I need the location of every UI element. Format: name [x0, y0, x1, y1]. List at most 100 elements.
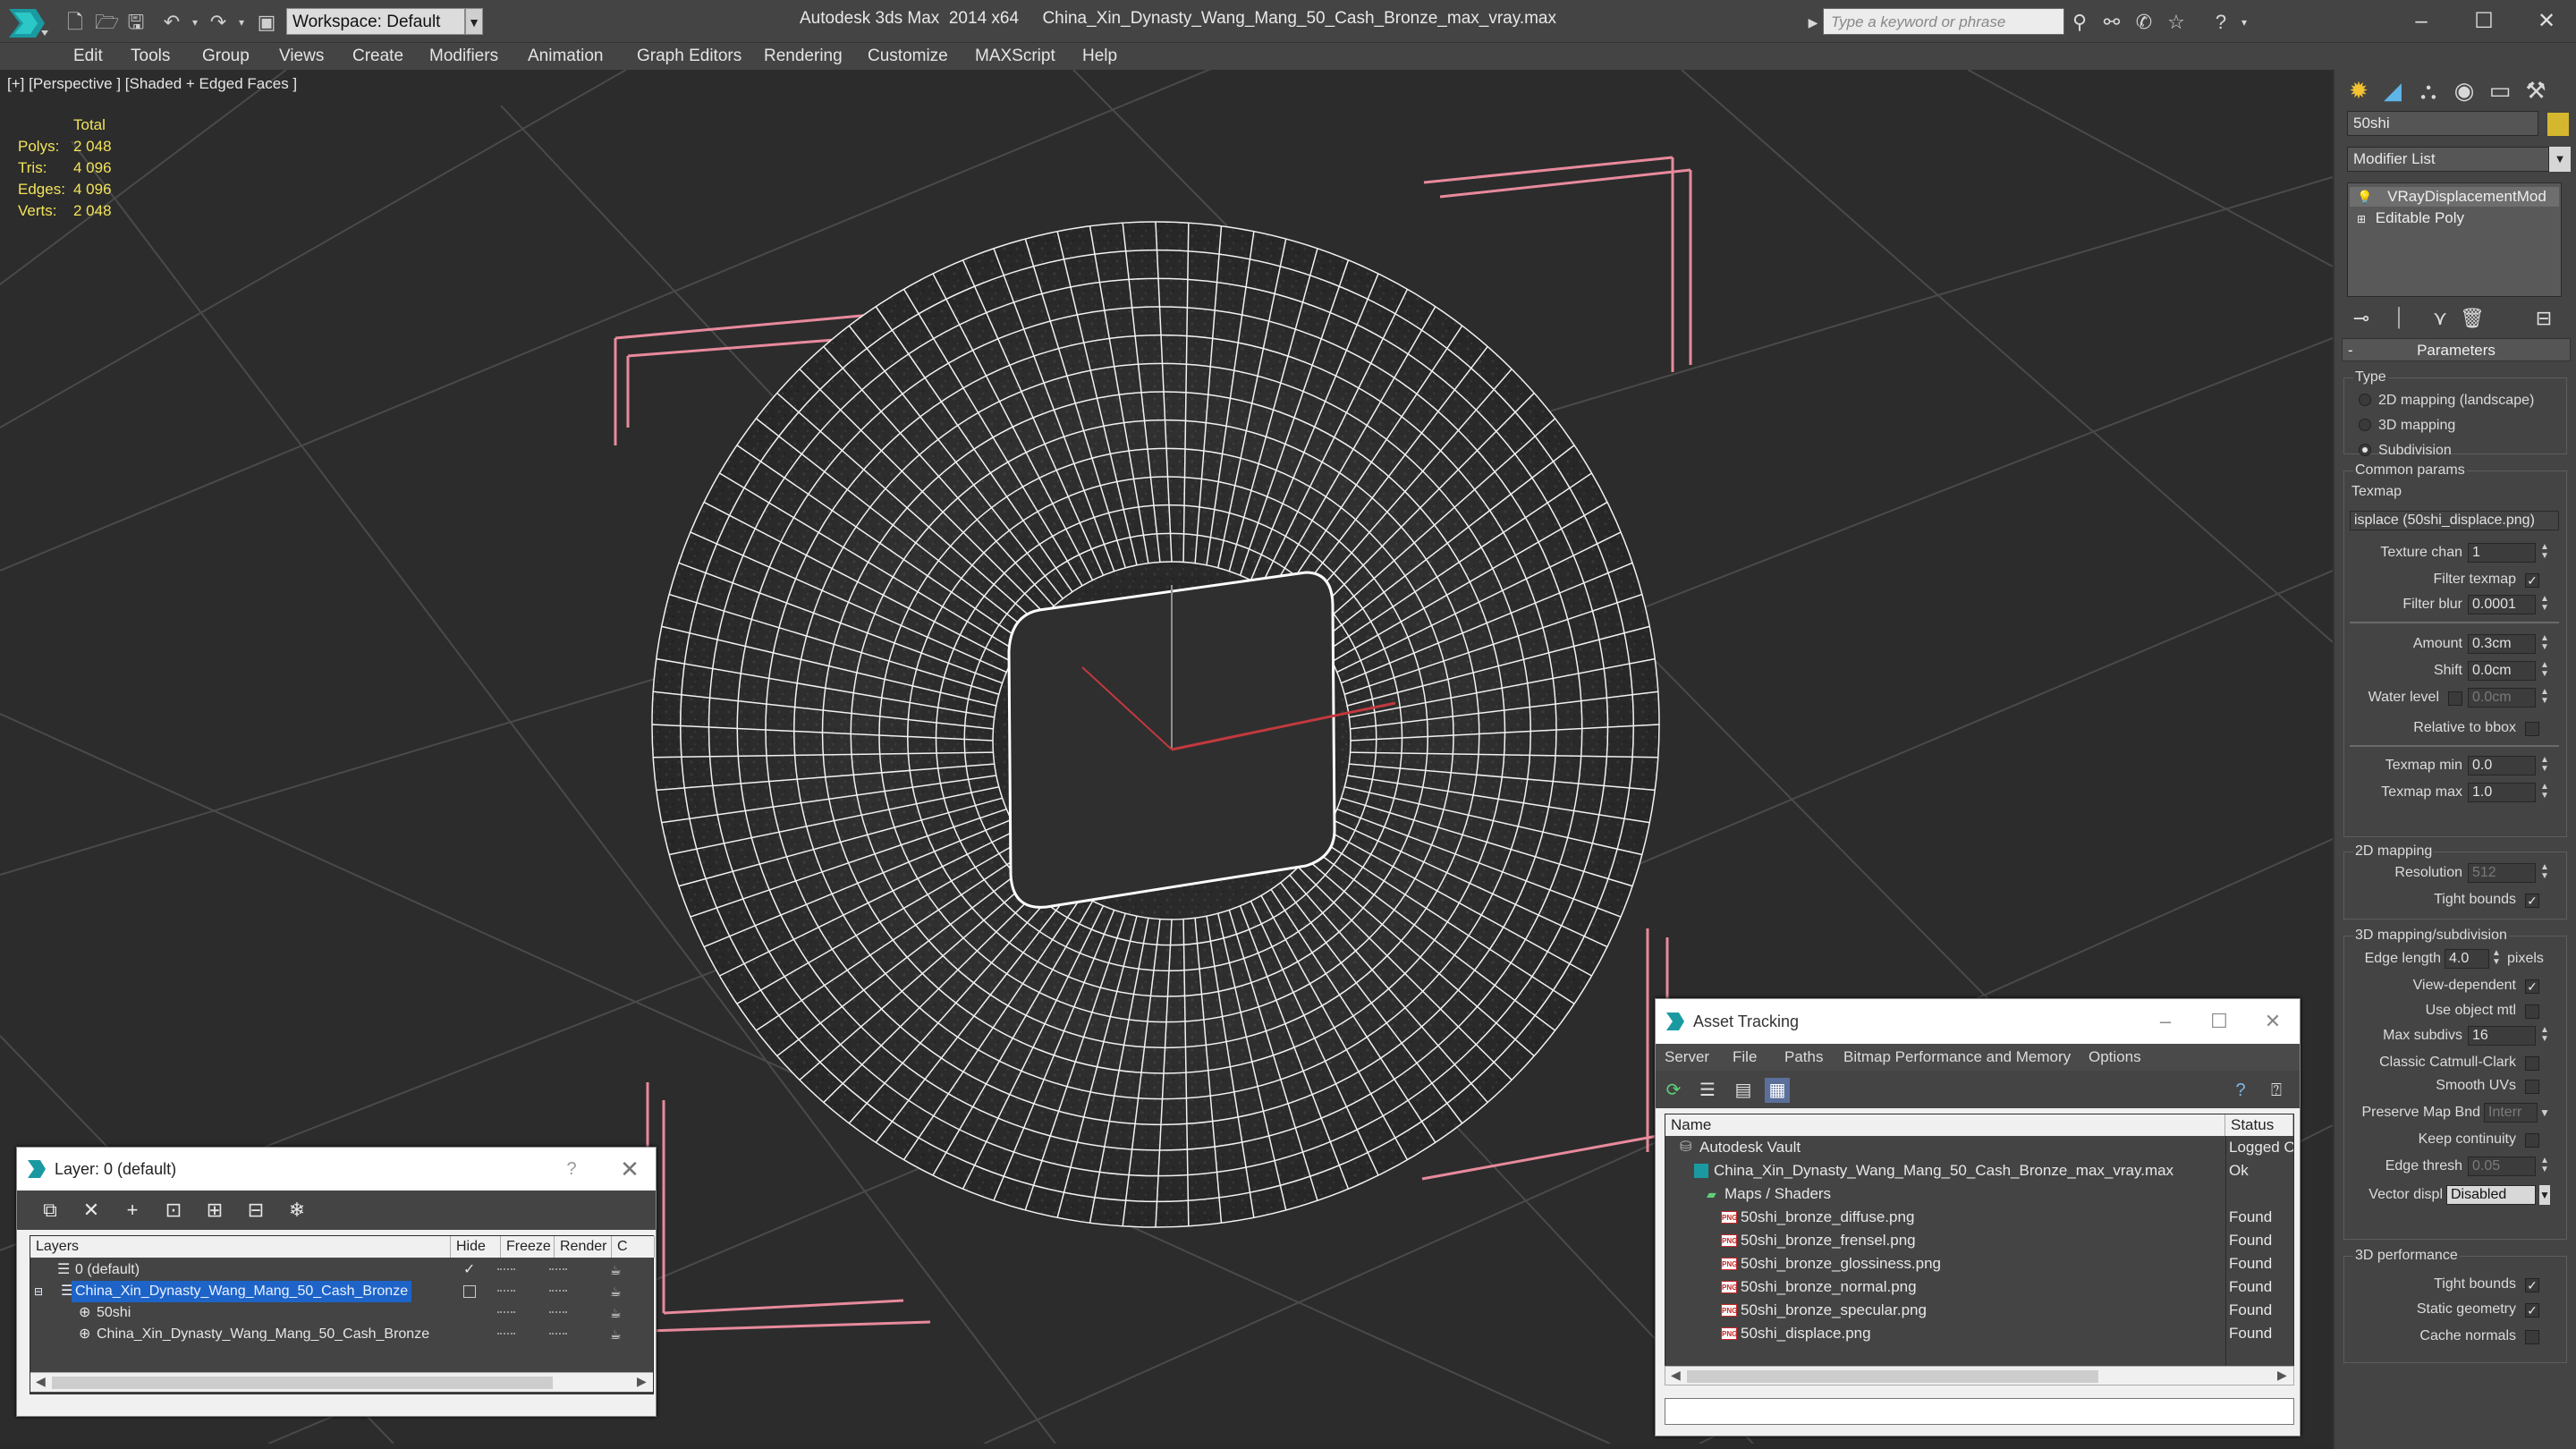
- radio-dot-selected[interactable]: [2359, 444, 2371, 456]
- hide-all-layers-icon[interactable]: ⊟: [242, 1198, 269, 1223]
- column-name[interactable]: Name: [1665, 1114, 2225, 1136]
- asset-row[interactable]: PNG 50shi_bronze_glossiness.png Found: [1665, 1252, 2293, 1275]
- create-layer-icon[interactable]: ⧉: [37, 1198, 64, 1223]
- edge-thresh-field[interactable]: 0.05: [2468, 1157, 2536, 1176]
- whats-this-icon[interactable]: ⍰: [2264, 1078, 2289, 1103]
- list-view-icon[interactable]: ☰: [1695, 1078, 1720, 1103]
- stack-item-editable-poly[interactable]: ⊞ Editable Poly: [2350, 208, 2464, 228]
- object-color-swatch[interactable]: [2547, 113, 2569, 136]
- resolution-field[interactable]: 512: [2468, 863, 2536, 883]
- texmap-min-field[interactable]: 0.0: [2468, 756, 2536, 775]
- asset-menu-server[interactable]: Server: [1665, 1048, 1709, 1066]
- coin-mesh[interactable]: [651, 221, 1660, 1228]
- menu-create[interactable]: Create: [352, 47, 403, 66]
- scroll-right-icon[interactable]: ▶: [2277, 1368, 2287, 1383]
- texmap-min-spinner-icon[interactable]: ▲ ▼: [2539, 756, 2550, 775]
- render-teapot-icon[interactable]: ☕: [610, 1284, 626, 1299]
- edge-length-field[interactable]: 4.0: [2445, 949, 2489, 969]
- freeze-toggle[interactable]: [549, 1311, 567, 1314]
- render-teapot-icon[interactable]: ☕: [610, 1306, 626, 1320]
- layer-hscrollbar[interactable]: ◀ ▶: [30, 1372, 653, 1392]
- current-layer-check[interactable]: ✓: [463, 1259, 475, 1281]
- amount-spinner-icon[interactable]: ▲ ▼: [2539, 634, 2550, 654]
- undo-dropdown-icon[interactable]: ▾: [184, 12, 206, 33]
- make-unique-icon[interactable]: ⋎: [2428, 306, 2453, 331]
- cache-normals-checkbox[interactable]: [2525, 1330, 2539, 1344]
- amount-field[interactable]: 0.3cm: [2468, 634, 2536, 654]
- asset-row[interactable]: PNG 50shi_bronze_diffuse.png Found: [1665, 1206, 2293, 1229]
- asset-window-title-bar[interactable]: Asset Tracking – ☐ ✕: [1656, 999, 2300, 1044]
- app-logo-icon[interactable]: [5, 5, 50, 41]
- asset-menu-options[interactable]: Options: [2089, 1048, 2141, 1066]
- hierarchy-tab-icon[interactable]: ⛬: [2413, 75, 2444, 106]
- stack-item-vraydisplacementmod[interactable]: 💡 VRayDisplacementMod: [2350, 187, 2559, 207]
- menu-edit[interactable]: Edit: [73, 47, 103, 66]
- catmull-clark-checkbox[interactable]: [2525, 1056, 2539, 1071]
- workspace-dropdown[interactable]: Workspace: Default: [286, 8, 465, 35]
- resolution-spinner-icon[interactable]: ▲ ▼: [2539, 863, 2550, 883]
- asset-row[interactable]: China_Xin_Dynasty_Wang_Mang_50_Cash_Bron…: [1665, 1159, 2293, 1182]
- asset-row[interactable]: PNG 50shi_bronze_frensel.png Found: [1665, 1229, 2293, 1252]
- column-status[interactable]: Status: [2225, 1114, 2293, 1136]
- menu-group[interactable]: Group: [202, 47, 250, 66]
- asset-row[interactable]: ⛁ Autodesk Vault Logged O: [1665, 1136, 2293, 1159]
- expand-plus-icon[interactable]: ⊞: [2357, 213, 2366, 225]
- menu-maxscript[interactable]: MAXScript: [975, 47, 1055, 66]
- layer-window-title-bar[interactable]: Layer: 0 (default) ? ✕: [17, 1148, 656, 1191]
- collapse-minus-icon[interactable]: -: [2348, 339, 2353, 362]
- hide-toggle[interactable]: [497, 1290, 515, 1292]
- radio-3d-mapping[interactable]: 3D mapping: [2359, 418, 2455, 434]
- static-geometry-checkbox[interactable]: ✓: [2525, 1303, 2539, 1318]
- subscription-icon[interactable]: ⚯: [2100, 11, 2123, 34]
- open-file-icon[interactable]: 🗁: [95, 12, 119, 33]
- pin-stack-icon[interactable]: ⊸: [2349, 306, 2374, 331]
- modifier-list-dropdown[interactable]: Modifier List: [2347, 147, 2549, 172]
- hide-toggle[interactable]: [497, 1333, 515, 1335]
- parameters-rollout-header[interactable]: - Parameters: [2342, 338, 2571, 361]
- layer-row-selected[interactable]: ⊟ ☰ China_Xin_Dynasty_Wang_Mang_50_Cash_…: [30, 1281, 653, 1302]
- texture-chan-field[interactable]: 1: [2468, 543, 2536, 563]
- minimize-icon[interactable]: –: [2397, 5, 2445, 38]
- help-icon[interactable]: ?: [2209, 11, 2233, 34]
- maximize-icon[interactable]: ☐: [2460, 5, 2508, 38]
- asset-row[interactable]: PNG 50shi_bronze_specular.png Found: [1665, 1299, 2293, 1322]
- column-hide[interactable]: Hide: [451, 1236, 501, 1258]
- undo-icon[interactable]: ↶: [161, 12, 182, 33]
- radio-2d-mapping[interactable]: 2D mapping (landscape): [2359, 393, 2534, 409]
- menu-views[interactable]: Views: [279, 47, 324, 66]
- layer-object-row[interactable]: ⊕ 50shi ☕: [30, 1302, 653, 1324]
- render-teapot-icon[interactable]: ☕: [610, 1327, 626, 1342]
- redo-icon[interactable]: ↷: [208, 12, 229, 33]
- configure-sets-icon[interactable]: ⊟: [2531, 306, 2556, 331]
- add-to-layer-icon[interactable]: +: [119, 1198, 146, 1223]
- radio-subdivision[interactable]: Subdivision: [2359, 443, 2452, 459]
- freeze-all-layers-icon[interactable]: ❄: [284, 1198, 310, 1223]
- asset-menu-bitmap-performance[interactable]: Bitmap Performance and Memory: [1843, 1048, 2071, 1066]
- asset-row[interactable]: ▰ Maps / Shaders: [1665, 1182, 2293, 1206]
- show-end-result-icon[interactable]: ⏐: [2386, 306, 2411, 331]
- texmap-max-field[interactable]: 1.0: [2468, 783, 2536, 802]
- filter-blur-spinner-icon[interactable]: ▲ ▼: [2539, 595, 2550, 614]
- column-render[interactable]: Render: [555, 1236, 612, 1258]
- menu-graph-editors[interactable]: Graph Editors: [637, 47, 741, 66]
- utilities-tab-icon[interactable]: ⚒: [2521, 75, 2551, 106]
- close-icon[interactable]: ✕: [2246, 999, 2300, 1044]
- help-dropdown-icon[interactable]: ▾: [2233, 11, 2256, 34]
- delete-layer-icon[interactable]: ✕: [78, 1198, 105, 1223]
- layer-object-row[interactable]: ⊕ China_Xin_Dynasty_Wang_Mang_50_Cash_Br…: [30, 1324, 653, 1345]
- asset-menu-file[interactable]: File: [1733, 1048, 1757, 1066]
- freeze-toggle[interactable]: [549, 1333, 567, 1335]
- hide-toggle[interactable]: [497, 1311, 515, 1314]
- column-color[interactable]: C: [612, 1236, 655, 1258]
- use-object-mtl-checkbox[interactable]: [2525, 1004, 2539, 1019]
- water-level-spinner-icon[interactable]: ▲ ▼: [2539, 688, 2550, 708]
- highlight-selected-icon[interactable]: ⊞: [201, 1198, 228, 1223]
- freeze-toggle[interactable]: [549, 1268, 567, 1271]
- help-icon[interactable]: ?: [554, 1148, 589, 1191]
- smooth-uvs-checkbox[interactable]: [2525, 1080, 2539, 1094]
- scroll-thumb[interactable]: [52, 1377, 553, 1389]
- water-level-checkbox[interactable]: [2448, 691, 2462, 706]
- asset-menu-paths[interactable]: Paths: [1784, 1048, 1823, 1066]
- communication-icon[interactable]: ✆: [2132, 11, 2156, 34]
- menu-tools[interactable]: Tools: [131, 47, 170, 66]
